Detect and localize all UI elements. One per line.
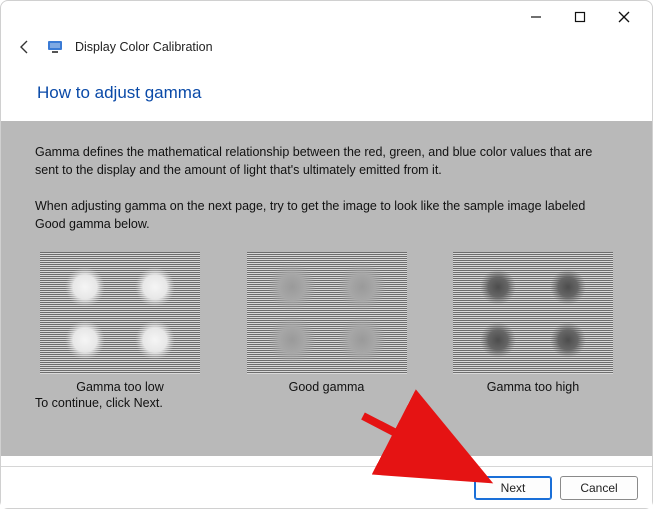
- intro-paragraph-1: Gamma defines the mathematical relations…: [35, 143, 618, 179]
- sample-gamma-high-caption: Gamma too high: [448, 380, 618, 394]
- next-button-label: Next: [501, 481, 526, 495]
- sample-gamma-good-caption: Good gamma: [242, 380, 412, 394]
- next-button[interactable]: Next: [474, 476, 552, 500]
- wizard-header: Display Color Calibration: [1, 33, 652, 63]
- sample-gamma-high: Gamma too high: [448, 252, 618, 394]
- maximize-icon[interactable]: [558, 3, 602, 31]
- back-arrow-icon[interactable]: [15, 37, 35, 57]
- display-calibration-icon: [47, 39, 63, 55]
- cancel-button[interactable]: Cancel: [560, 476, 638, 500]
- minimize-icon[interactable]: [514, 3, 558, 31]
- sample-gamma-good-image: [247, 252, 407, 374]
- sample-gamma-high-image: [453, 252, 613, 374]
- sample-gamma-low: Gamma too low: [35, 252, 205, 394]
- page-heading: How to adjust gamma: [1, 63, 652, 121]
- sample-gamma-low-image: [40, 252, 200, 374]
- cancel-button-label: Cancel: [580, 481, 617, 495]
- sample-gamma-low-caption: Gamma too low: [35, 380, 205, 394]
- window-titlebar: [1, 1, 652, 33]
- sample-gamma-good: Good gamma: [242, 252, 412, 394]
- window-title: Display Color Calibration: [75, 40, 213, 54]
- gamma-samples-row: Gamma too low: [35, 252, 618, 394]
- content-area: Gamma defines the mathematical relations…: [1, 121, 652, 456]
- close-icon[interactable]: [602, 3, 646, 31]
- wizard-button-bar: Next Cancel: [1, 466, 652, 508]
- intro-paragraph-2: When adjusting gamma on the next page, t…: [35, 197, 618, 233]
- continue-instruction: To continue, click Next.: [35, 394, 618, 412]
